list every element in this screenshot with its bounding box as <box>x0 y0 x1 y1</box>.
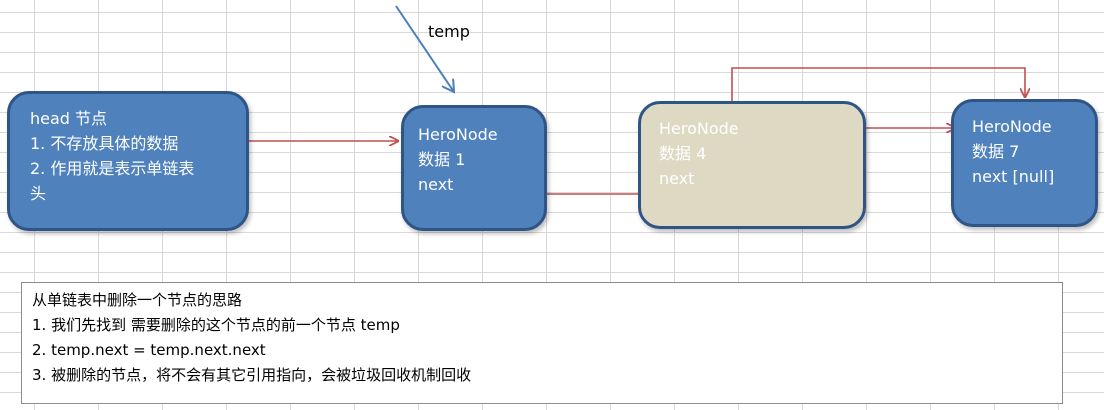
node-next-label: next <box>659 169 695 188</box>
node-data-label: 数据 4 <box>659 144 707 163</box>
hero-node-1: HeroNode 数据 1 next <box>401 105 547 231</box>
deletion-notes-box: 从单链表中删除一个节点的思路 1. 我们先找到 需要删除的这个节点的前一个节点 … <box>21 282 1063 404</box>
hero-node-7: HeroNode 数据 7 next [null] <box>951 99 1098 227</box>
hero-node-4-deleted: HeroNode 数据 4 next <box>638 101 866 229</box>
node-next-label: next <box>418 175 454 194</box>
head-node: head 节点 1. 不存放具体的数据 2. 作用就是表示单链表 头 <box>7 91 249 231</box>
head-node-title: head 节点 <box>30 109 108 128</box>
node-data-label: 数据 7 <box>972 142 1020 161</box>
node-next-label: next [null] <box>972 167 1055 186</box>
temp-label: temp <box>428 22 470 41</box>
head-node-note-2-cont: 头 <box>30 184 47 203</box>
notes-title: 从单链表中删除一个节点的思路 <box>32 291 243 309</box>
head-node-note-2: 2. 作用就是表示单链表 <box>30 159 195 178</box>
notes-step-1: 1. 我们先找到 需要删除的这个节点的前一个节点 temp <box>32 316 400 334</box>
node-type-label: HeroNode <box>659 119 739 138</box>
notes-step-3: 3. 被删除的节点，将不会有其它引用指向，会被垃圾回收机制回收 <box>32 366 472 384</box>
node-data-label: 数据 1 <box>418 150 466 169</box>
node-type-label: HeroNode <box>418 125 498 144</box>
node-type-label: HeroNode <box>972 117 1052 136</box>
head-node-note-1: 1. 不存放具体的数据 <box>30 134 179 153</box>
temp-pointer-arrow <box>395 5 454 92</box>
notes-step-2: 2. temp.next = temp.next.next <box>32 341 266 359</box>
